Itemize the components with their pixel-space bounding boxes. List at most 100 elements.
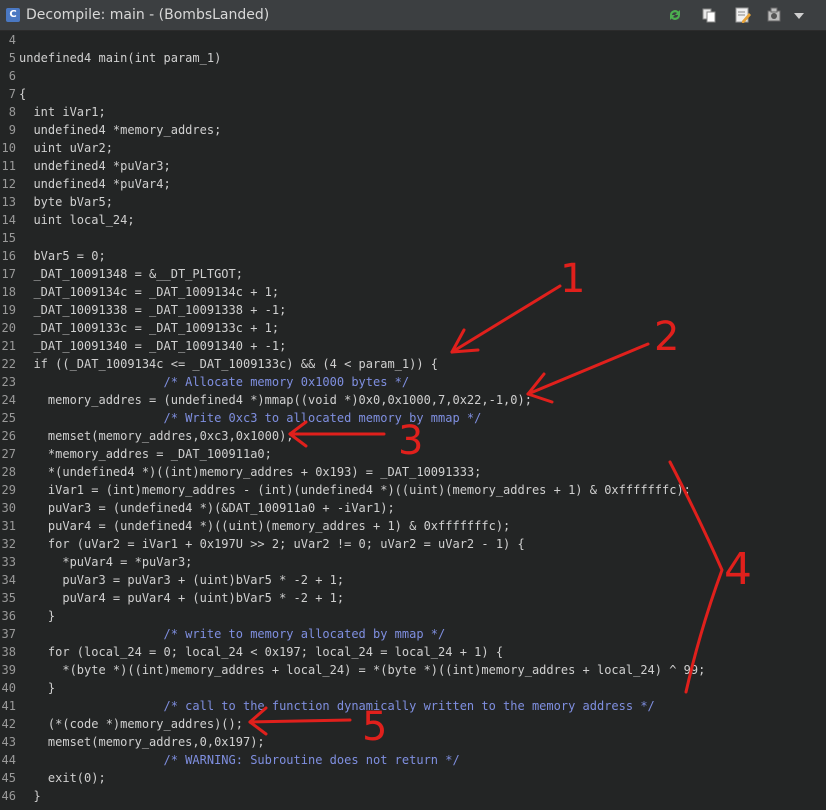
line-number: 17 (1, 267, 16, 281)
code-text[interactable]: { (19, 85, 26, 103)
code-line[interactable]: 15 (0, 229, 826, 247)
code-text[interactable]: undefined4 *puVar3; (19, 157, 170, 175)
code-line[interactable]: 30 puVar3 = (undefined4 *)(&DAT_100911a0… (0, 499, 826, 517)
code-line[interactable]: 39 *(byte *)((int)memory_addres + local_… (0, 661, 826, 679)
code-line[interactable]: 32 for (uVar2 = iVar1 + 0x197U >> 2; uVa… (0, 535, 826, 553)
code-text[interactable]: *(byte *)((int)memory_addres + local_24)… (19, 661, 705, 679)
code-text[interactable]: puVar3 = (undefined4 *)(&DAT_100911a0 + … (19, 499, 395, 517)
code-text[interactable]: memset(memory_addres,0xc3,0x1000); (19, 427, 294, 445)
code-line[interactable]: 34 puVar3 = puVar3 + (uint)bVar5 * -2 + … (0, 571, 826, 589)
code-text[interactable]: _DAT_1009133c = _DAT_1009133c + 1; (19, 319, 279, 337)
code-text[interactable]: int iVar1; (19, 103, 105, 121)
code-line[interactable]: 13 byte bVar5; (0, 193, 826, 211)
code-line[interactable]: 35 puVar4 = puVar4 + (uint)bVar5 * -2 + … (0, 589, 826, 607)
line-number: 26 (1, 429, 16, 443)
code-text[interactable]: _DAT_1009134c = _DAT_1009134c + 1; (19, 283, 279, 301)
code-text[interactable]: uint local_24; (19, 211, 134, 229)
code-line[interactable]: 31 puVar4 = (undefined4 *)((uint)(memory… (0, 517, 826, 535)
code-line[interactable]: 26 memset(memory_addres,0xc3,0x1000); (0, 427, 826, 445)
code-line[interactable]: 14 uint local_24; (0, 211, 826, 229)
code-text[interactable]: bVar5 = 0; (19, 247, 105, 265)
line-number: 29 (1, 483, 16, 497)
snapshot-icon[interactable] (766, 6, 784, 24)
code-line[interactable]: 45 exit(0); (0, 769, 826, 787)
line-number: 7 (8, 87, 16, 101)
code-text[interactable]: *(undefined4 *)((int)memory_addres + 0x1… (19, 463, 481, 481)
code-line[interactable]: 6 (0, 67, 826, 85)
code-line[interactable]: 38 for (local_24 = 0; local_24 < 0x197; … (0, 643, 826, 661)
code-line[interactable]: 43 memset(memory_addres,0,0x197); (0, 733, 826, 751)
code-text[interactable]: memset(memory_addres,0,0x197); (19, 733, 265, 751)
code-line[interactable]: 11 undefined4 *puVar3; (0, 157, 826, 175)
dropdown-arrow-icon[interactable] (792, 6, 806, 24)
code-text[interactable]: for (local_24 = 0; local_24 < 0x197; loc… (19, 643, 503, 661)
edit-icon[interactable] (734, 6, 752, 24)
code-text[interactable]: for (uVar2 = iVar1 + 0x197U >> 2; uVar2 … (19, 535, 525, 553)
code-text[interactable]: (*(code *)memory_addres)(); (19, 715, 243, 733)
code-text[interactable]: puVar4 = puVar4 + (uint)bVar5 * -2 + 1; (19, 589, 344, 607)
code-line[interactable]: 7{ (0, 85, 826, 103)
code-text[interactable]: uint uVar2; (19, 139, 112, 157)
code-line[interactable]: 19 _DAT_10091338 = _DAT_10091338 + -1; (0, 301, 826, 319)
code-text[interactable]: exit(0); (19, 769, 106, 787)
code-line[interactable]: 5 undefined4 main(int param_1) (0, 49, 826, 67)
code-text[interactable]: _DAT_10091340 = _DAT_10091340 + -1; (19, 337, 286, 355)
code-text[interactable]: undefined4 *puVar4; (19, 175, 170, 193)
line-number: 19 (1, 303, 16, 317)
code-text[interactable]: /* Write 0xc3 to allocated memory by mma… (19, 409, 481, 427)
code-line[interactable]: 25 /* Write 0xc3 to allocated memory by … (0, 409, 826, 427)
code-line[interactable]: 21 _DAT_10091340 = _DAT_10091340 + -1; (0, 337, 826, 355)
code-line[interactable]: 22 if ((_DAT_1009134c <= _DAT_1009133c) … (0, 355, 826, 373)
code-line[interactable]: 4 (0, 31, 826, 49)
code-text[interactable]: } (19, 679, 55, 697)
code-text[interactable]: if ((_DAT_1009134c <= _DAT_1009133c) && … (19, 355, 438, 373)
code-line[interactable]: 23 /* Allocate memory 0x1000 bytes */ (0, 373, 826, 391)
code-line[interactable]: 12 undefined4 *puVar4; (0, 175, 826, 193)
code-text[interactable]: } (19, 787, 40, 805)
code-text[interactable]: _DAT_10091338 = _DAT_10091338 + -1; (19, 301, 286, 319)
code-text[interactable]: } (19, 607, 55, 625)
code-text[interactable]: byte bVar5; (19, 193, 112, 211)
code-line[interactable]: 24 memory_addres = (undefined4 *)mmap((v… (0, 391, 826, 409)
code-line[interactable]: 42 (*(code *)memory_addres)(); (0, 715, 826, 733)
code-line[interactable]: 36 } (0, 607, 826, 625)
code-text[interactable]: undefined4 main(int param_1) (19, 49, 221, 67)
code-line[interactable]: 17 _DAT_10091348 = &__DT_PLTGOT; (0, 265, 826, 283)
copy-icon[interactable] (700, 6, 718, 24)
code-line[interactable]: 18 _DAT_1009134c = _DAT_1009134c + 1; (0, 283, 826, 301)
code-line[interactable]: 28 *(undefined4 *)((int)memory_addres + … (0, 463, 826, 481)
code-line[interactable]: 33 *puVar4 = *puVar3; (0, 553, 826, 571)
line-number: 24 (1, 393, 16, 407)
code-line[interactable]: 37 /* write to memory allocated by mmap … (0, 625, 826, 643)
refresh-icon[interactable] (666, 6, 684, 24)
code-text[interactable]: *puVar4 = *puVar3; (19, 553, 192, 571)
code-text[interactable]: puVar3 = puVar3 + (uint)bVar5 * -2 + 1; (19, 571, 344, 589)
code-text[interactable]: puVar4 = (undefined4 *)((uint)(memory_ad… (19, 517, 510, 535)
code-text[interactable]: /* WARNING: Subroutine does not return *… (19, 751, 459, 769)
code-text[interactable]: iVar1 = (int)memory_addres - (int)(undef… (19, 481, 691, 499)
code-line[interactable]: 9 undefined4 *memory_addres; (0, 121, 826, 139)
code-text[interactable]: *memory_addres = _DAT_100911a0; (19, 445, 272, 463)
line-number: 43 (1, 735, 16, 749)
code-line[interactable]: 10 uint uVar2; (0, 139, 826, 157)
code-line[interactable]: 16 bVar5 = 0; (0, 247, 826, 265)
code-line[interactable]: 8 int iVar1; (0, 103, 826, 121)
code-text[interactable]: /* call to the function dynamically writ… (19, 697, 654, 715)
code-text[interactable]: /* Allocate memory 0x1000 bytes */ (19, 373, 409, 391)
decompiler-code-view[interactable]: 4 5 undefined4 main(int param_1) 6 7{8 int i… (0, 31, 826, 810)
code-line[interactable]: 27 *memory_addres = _DAT_100911a0; (0, 445, 826, 463)
code-line[interactable]: 44 /* WARNING: Subroutine does not retur… (0, 751, 826, 769)
line-number: 30 (1, 501, 16, 515)
code-text[interactable]: _DAT_10091348 = &__DT_PLTGOT; (19, 265, 243, 283)
code-line[interactable]: 20 _DAT_1009133c = _DAT_1009133c + 1; (0, 319, 826, 337)
code-line[interactable]: 40 } (0, 679, 826, 697)
code-text[interactable]: memory_addres = (undefined4 *)mmap((void… (19, 391, 532, 409)
line-number: 31 (1, 519, 16, 533)
code-line[interactable]: 41 /* call to the function dynamically w… (0, 697, 826, 715)
code-line[interactable]: 46 } (0, 787, 826, 805)
code-text[interactable]: /* write to memory allocated by mmap */ (19, 625, 445, 643)
code-line[interactable]: 29 iVar1 = (int)memory_addres - (int)(un… (0, 481, 826, 499)
line-number: 15 (1, 231, 16, 245)
code-text[interactable]: undefined4 *memory_addres; (19, 121, 221, 139)
line-number: 32 (1, 537, 16, 551)
